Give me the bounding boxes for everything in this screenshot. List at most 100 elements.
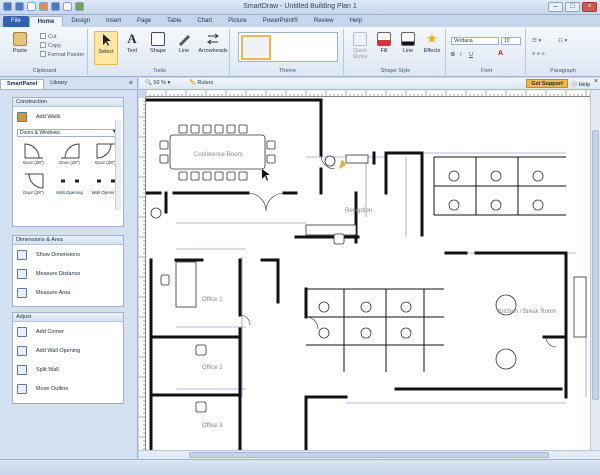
bold-button[interactable]: B [451,51,455,59]
door-shape-4[interactable]: Door (28") [17,172,50,200]
underline-button[interactable]: U [469,51,473,59]
split-wall-button[interactable]: Split Wall [13,360,123,379]
status-bar [0,459,600,475]
font-size-select[interactable]: 10 [501,37,521,45]
vertical-scroll-thumb[interactable] [592,130,599,400]
clipboard-label: Clipboard [32,68,57,74]
rulers-toggle[interactable]: 📏 Rulers [189,80,213,86]
tools-group: Select A Text Shape Line Arrowheads Tool… [90,29,230,75]
plant-icon [339,159,346,169]
vertical-ruler [139,96,146,450]
horizontal-scroll-thumb[interactable] [189,452,549,458]
tab-chart[interactable]: Chart [189,16,220,27]
get-support-button[interactable]: Get Support [526,79,568,88]
doors [239,154,557,348]
font-family-select[interactable]: Verdana [451,37,499,45]
tab-help[interactable]: Help [342,16,370,27]
arrowheads-button[interactable]: Arrowheads [198,31,228,65]
add-wall-opening-button[interactable]: Add Wall Opening [13,341,123,360]
door-shape-1[interactable]: Door (28") [17,142,50,170]
shape-list-scrollbar[interactable] [115,120,121,210]
font-label: Font [480,68,492,74]
tab-review[interactable]: Review [306,16,342,27]
tab-home[interactable]: Home [28,16,64,27]
tab-picture[interactable]: Picture [220,16,255,27]
effects-button[interactable]: ★ Effects [420,31,444,65]
star-icon: ★ [426,31,438,46]
tab-file[interactable]: File [3,16,29,27]
add-walls-button[interactable]: Add Walls [13,107,123,126]
drawing-canvas[interactable]: Conference Room Reception Office 1 Offic… [146,97,590,450]
wall-opening-shape-1[interactable]: Wall Opening [53,172,86,200]
window-title: SmartDraw - Untitled Building Plan 1 [243,3,357,10]
tab-table[interactable]: Table [159,16,189,27]
show-dimensions-button[interactable]: Show Dimensions [13,245,123,264]
dimensions-header: Dimensions & Area [13,236,123,245]
italic-button[interactable]: I [460,51,462,59]
rectangle-icon [151,32,165,46]
copy-button[interactable]: Copy [40,42,61,50]
ruler-icon [17,268,27,279]
zoom-control[interactable]: 🔍 50 % ▾ [145,80,170,86]
fill-button[interactable]: Fill [372,31,396,65]
move-icon [17,383,27,394]
ribbon-tabs: File Home Design Insert Page Table Chart… [0,15,600,27]
pencil-icon [17,111,27,122]
line-color-icon [401,32,415,46]
panel-close-icon[interactable]: × [129,79,133,89]
tab-smartpanel[interactable]: SmartPanel [0,79,45,89]
adjust-header: Adjust [13,313,123,322]
quick-styles-icon [353,32,367,46]
move-outline-button[interactable]: Move Outline [13,379,123,398]
text-button[interactable]: A Text [120,31,144,65]
format-painter-button[interactable]: Format Painter [40,51,84,59]
clipboard-group: Paste Cut Copy Format Painter Clipboard [2,29,88,75]
line-style-button[interactable]: Line [396,31,420,65]
doors-windows-dropdown[interactable]: Doors & Windows [17,129,119,137]
room-label-office1: Office 1 [202,297,223,303]
font-color-icon[interactable]: A [498,50,503,58]
tab-insert[interactable]: Insert [98,16,129,27]
paste-button[interactable]: Paste [8,31,32,65]
bullets-icon[interactable]: ☰ ▾ [532,37,541,45]
shape-style-label: Shape Style [380,68,411,74]
tab-powerpoint[interactable]: PowerPoint® [255,16,306,27]
area-icon [17,287,27,298]
door-shape-2[interactable]: Door (28") [53,142,86,170]
measure-area-button[interactable]: Measure Area [13,283,123,302]
shape-button[interactable]: Shape [146,31,170,65]
construction-section: Construction Add Walls Doors & Windows D… [12,97,124,227]
vertical-scrollbar[interactable] [590,90,600,450]
theme-thumbnail[interactable] [241,35,271,60]
copy-icon [40,42,46,48]
canvas-close-icon[interactable]: × [594,78,598,85]
cut-button[interactable]: Cut [40,33,57,41]
theme-group: Theme [232,29,344,75]
room-label-reception: Reception [345,208,372,214]
dimension-lines [176,152,587,404]
quick-styles-button[interactable]: Quick Styles [348,31,372,65]
room-label-office2: Office 2 [202,365,223,371]
tab-library[interactable]: Library [44,79,73,89]
paragraph-group: ☰ ▾ ☷ ▾ ≡ ≡ ≡ Paragraph [528,29,598,75]
line-button[interactable]: Line [172,31,196,65]
tab-design[interactable]: Design [63,16,98,27]
help-button[interactable]: ⓘ Help [572,80,590,88]
minimize-button[interactable]: – [548,2,563,12]
align-icon[interactable]: ≡ ≡ ≡ [532,50,545,58]
theme-gallery[interactable] [238,32,338,62]
add-corner-button[interactable]: Add Corner [13,322,123,341]
tab-page[interactable]: Page [129,16,159,27]
ribbon: Paste Cut Copy Format Painter Clipboard … [0,27,600,77]
adjust-section: Adjust Add Corner Add Wall Opening Split… [12,312,124,404]
numbering-icon[interactable]: ☷ ▾ [558,37,567,45]
close-button[interactable]: × [582,2,597,12]
maximize-button[interactable]: □ [565,2,580,12]
canvas-toolbar: 🔍 50 % ▾ 📏 Rulers Get Support ⓘ Help × [139,78,600,90]
horizontal-scrollbar[interactable] [139,450,600,459]
select-button[interactable]: Select [94,31,118,65]
wall-opening-icon [17,345,27,356]
measure-distance-button[interactable]: Measure Distance [13,264,123,283]
door-icon [60,143,79,159]
floor-plan[interactable]: Conference Room Reception Office 1 Offic… [146,97,590,450]
